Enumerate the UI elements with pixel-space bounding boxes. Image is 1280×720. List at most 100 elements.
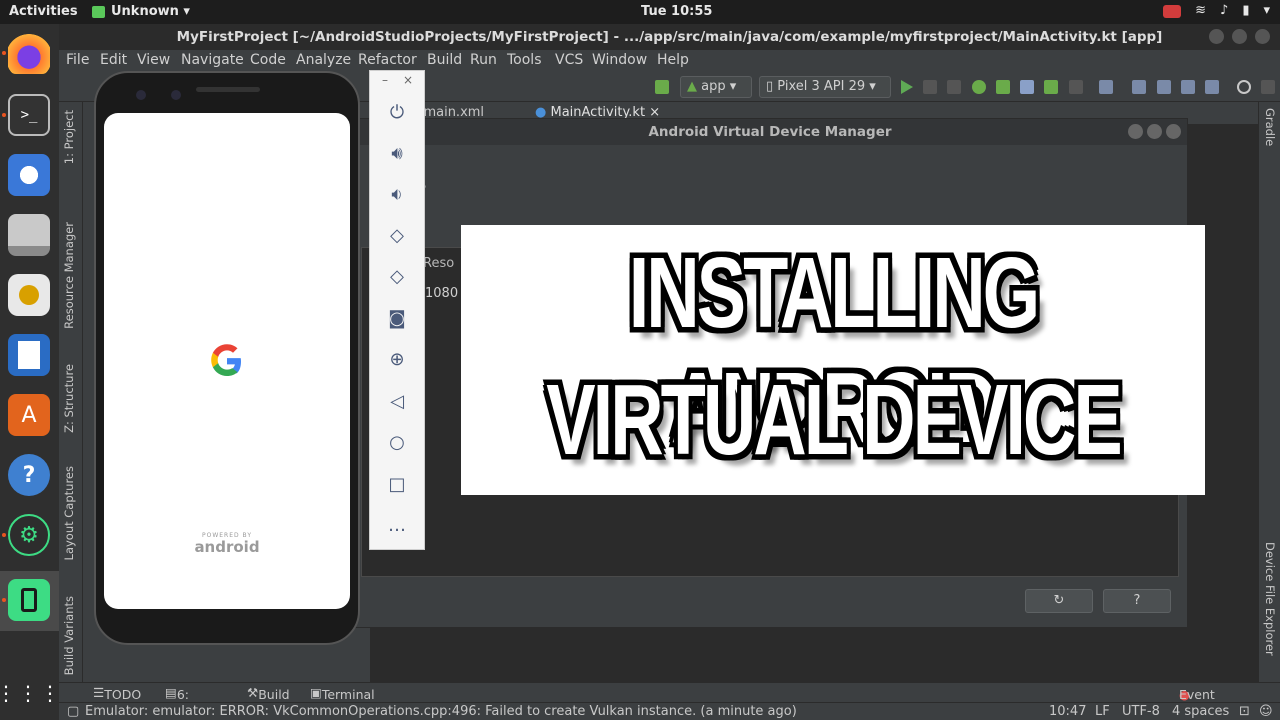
sync-gradle-icon[interactable]: [1099, 80, 1113, 94]
rhythmbox-icon[interactable]: [8, 274, 50, 316]
screen-record-icon[interactable]: [1163, 5, 1182, 18]
layout-inspector-icon[interactable]: [1157, 80, 1171, 94]
terminal-icon[interactable]: >_: [8, 94, 50, 136]
menu-vcs[interactable]: VCS: [555, 52, 583, 68]
window-title: MyFirstProject [~/AndroidStudioProjects/…: [59, 24, 1280, 50]
home-icon[interactable]: ○: [387, 432, 407, 453]
make-project-icon[interactable]: [655, 80, 669, 94]
avd-dialog-title: Android Virtual Device Manager: [353, 119, 1187, 145]
attach-debugger-icon[interactable]: [1044, 80, 1058, 94]
tool-tab-resource-manager[interactable]: Resource Manager: [62, 222, 76, 329]
tool-tab-layout-captures[interactable]: Layout Captures: [62, 466, 76, 560]
rotate-right-icon[interactable]: ◇: [387, 266, 407, 287]
run-icon[interactable]: [901, 80, 913, 94]
maximize-button[interactable]: [1232, 29, 1247, 44]
file-encoding[interactable]: UTF-8: [1122, 704, 1160, 719]
search-everywhere-icon[interactable]: [1237, 80, 1251, 94]
lock-icon[interactable]: ⊡: [1239, 704, 1250, 719]
refresh-button[interactable]: ↻: [1025, 589, 1093, 613]
tool-tab-structure[interactable]: Z: Structure: [62, 364, 76, 433]
menu-window[interactable]: Window: [592, 52, 647, 68]
avd-window-controls: [1128, 124, 1181, 139]
menu-navigate[interactable]: Navigate: [181, 52, 244, 68]
minimize-button[interactable]: [1209, 29, 1224, 44]
volume-icon[interactable]: ♪: [1220, 3, 1228, 18]
avd-minimize-button[interactable]: [1128, 124, 1143, 139]
tool-tab-gradle[interactable]: Gradle: [1263, 108, 1277, 146]
tool-tab-project[interactable]: 1: Project: [62, 110, 76, 164]
zoom-icon[interactable]: ⊕: [387, 349, 407, 370]
bottom-tool-strip: ☰ TODO ▤ 6: Logcat ⚒ Build ▣ Terminal ● …: [59, 682, 1280, 717]
emulator-dock-icon[interactable]: [8, 579, 50, 621]
activities-button[interactable]: Activities: [9, 4, 78, 19]
system-tray[interactable]: ≋ ♪ ▮ ▾: [1163, 3, 1270, 18]
stop-icon[interactable]: [1069, 80, 1083, 94]
wifi-icon[interactable]: ≋: [1195, 3, 1206, 18]
tool-tab-logcat[interactable]: ▤ 6: Logcat: [165, 685, 219, 717]
google-logo-icon: [211, 344, 241, 376]
help-button[interactable]: ?: [1103, 589, 1171, 613]
menu-help[interactable]: Help: [657, 52, 689, 68]
menu-run[interactable]: Run: [470, 52, 497, 68]
profile-icon[interactable]: [996, 80, 1010, 94]
rotate-left-icon[interactable]: ◇: [387, 225, 407, 246]
settings-icon[interactable]: [1261, 80, 1275, 94]
tool-tab-device-file-explorer[interactable]: Device File Explorer: [1263, 542, 1277, 656]
indent-setting[interactable]: 4 spaces: [1172, 704, 1229, 719]
files-icon[interactable]: [8, 214, 50, 256]
caret-position[interactable]: 10:47: [1049, 704, 1086, 719]
volume-down-icon[interactable]: 🔉︎: [387, 184, 407, 205]
build-label: Build: [258, 687, 290, 702]
window-controls: [1209, 29, 1270, 44]
more-icon[interactable]: …: [387, 515, 407, 536]
device-select[interactable]: ▯ Pixel 3 API 29 ▾: [759, 76, 891, 98]
back-icon[interactable]: ◁: [387, 391, 407, 412]
app-menu[interactable]: Unknown ▾: [92, 4, 190, 19]
power-icon[interactable]: ⏻: [387, 102, 407, 123]
power-menu-icon[interactable]: ▾: [1263, 3, 1270, 18]
emulator-screen[interactable]: POWERED BY android: [104, 113, 350, 609]
camera-icon[interactable]: ◙: [387, 308, 407, 329]
clock[interactable]: Tue 10:55: [641, 4, 712, 19]
battery-icon[interactable]: ▮: [1242, 3, 1249, 18]
column-resolution[interactable]: Reso: [423, 256, 454, 271]
run-config-select[interactable]: ▲ app ▾: [680, 76, 752, 98]
menu-build[interactable]: Build: [427, 52, 462, 68]
avd-close-button[interactable]: [1166, 124, 1181, 139]
overview-icon[interactable]: □: [387, 474, 407, 495]
menu-analyze[interactable]: Analyze: [296, 52, 351, 68]
menu-edit[interactable]: Edit: [100, 52, 127, 68]
writer-icon[interactable]: [8, 334, 50, 376]
menu-view[interactable]: View: [137, 52, 170, 68]
sdk-manager-icon[interactable]: [1205, 80, 1219, 94]
firefox-icon[interactable]: [8, 32, 50, 74]
menu-refactor[interactable]: Refactor: [358, 52, 417, 68]
tool-tab-build-variants[interactable]: Build Variants: [62, 596, 76, 675]
tool-tab-terminal[interactable]: ▣ Terminal: [310, 685, 375, 702]
emulator-close-button[interactable]: ×: [403, 73, 413, 87]
emulator-minimize-button[interactable]: –: [382, 73, 388, 87]
menu-file[interactable]: File: [66, 52, 89, 68]
debug-icon[interactable]: [972, 80, 986, 94]
thunderbird-icon[interactable]: [8, 154, 50, 196]
help-icon[interactable]: ?: [8, 454, 50, 496]
apply-changes-icon[interactable]: [923, 80, 937, 94]
menu-code[interactable]: Code: [250, 52, 286, 68]
tool-tab-build[interactable]: ⚒ Build: [247, 685, 290, 702]
project-structure-icon[interactable]: [1132, 80, 1146, 94]
menu-tools[interactable]: Tools: [507, 52, 542, 68]
avd-manager-icon[interactable]: [1181, 80, 1195, 94]
line-separator[interactable]: LF: [1095, 704, 1110, 719]
profiler-icon[interactable]: [1020, 80, 1034, 94]
apply-code-changes-icon[interactable]: [947, 80, 961, 94]
software-center-icon[interactable]: A: [8, 394, 50, 436]
avd-maximize-button[interactable]: [1147, 124, 1162, 139]
close-button[interactable]: [1255, 29, 1270, 44]
volume-up-icon[interactable]: 🔊︎: [387, 143, 407, 164]
status-message[interactable]: Emulator: emulator: ERROR: VkCommonOpera…: [85, 704, 797, 719]
android-studio-dock-icon[interactable]: ⚙: [8, 514, 50, 556]
inspector-icon[interactable]: ☺: [1259, 704, 1273, 719]
tool-tab-todo[interactable]: ☰ TODO: [93, 685, 141, 702]
status-toggle-icon[interactable]: ▢: [67, 704, 79, 719]
show-applications-icon[interactable]: ⋮⋮⋮: [0, 672, 60, 714]
